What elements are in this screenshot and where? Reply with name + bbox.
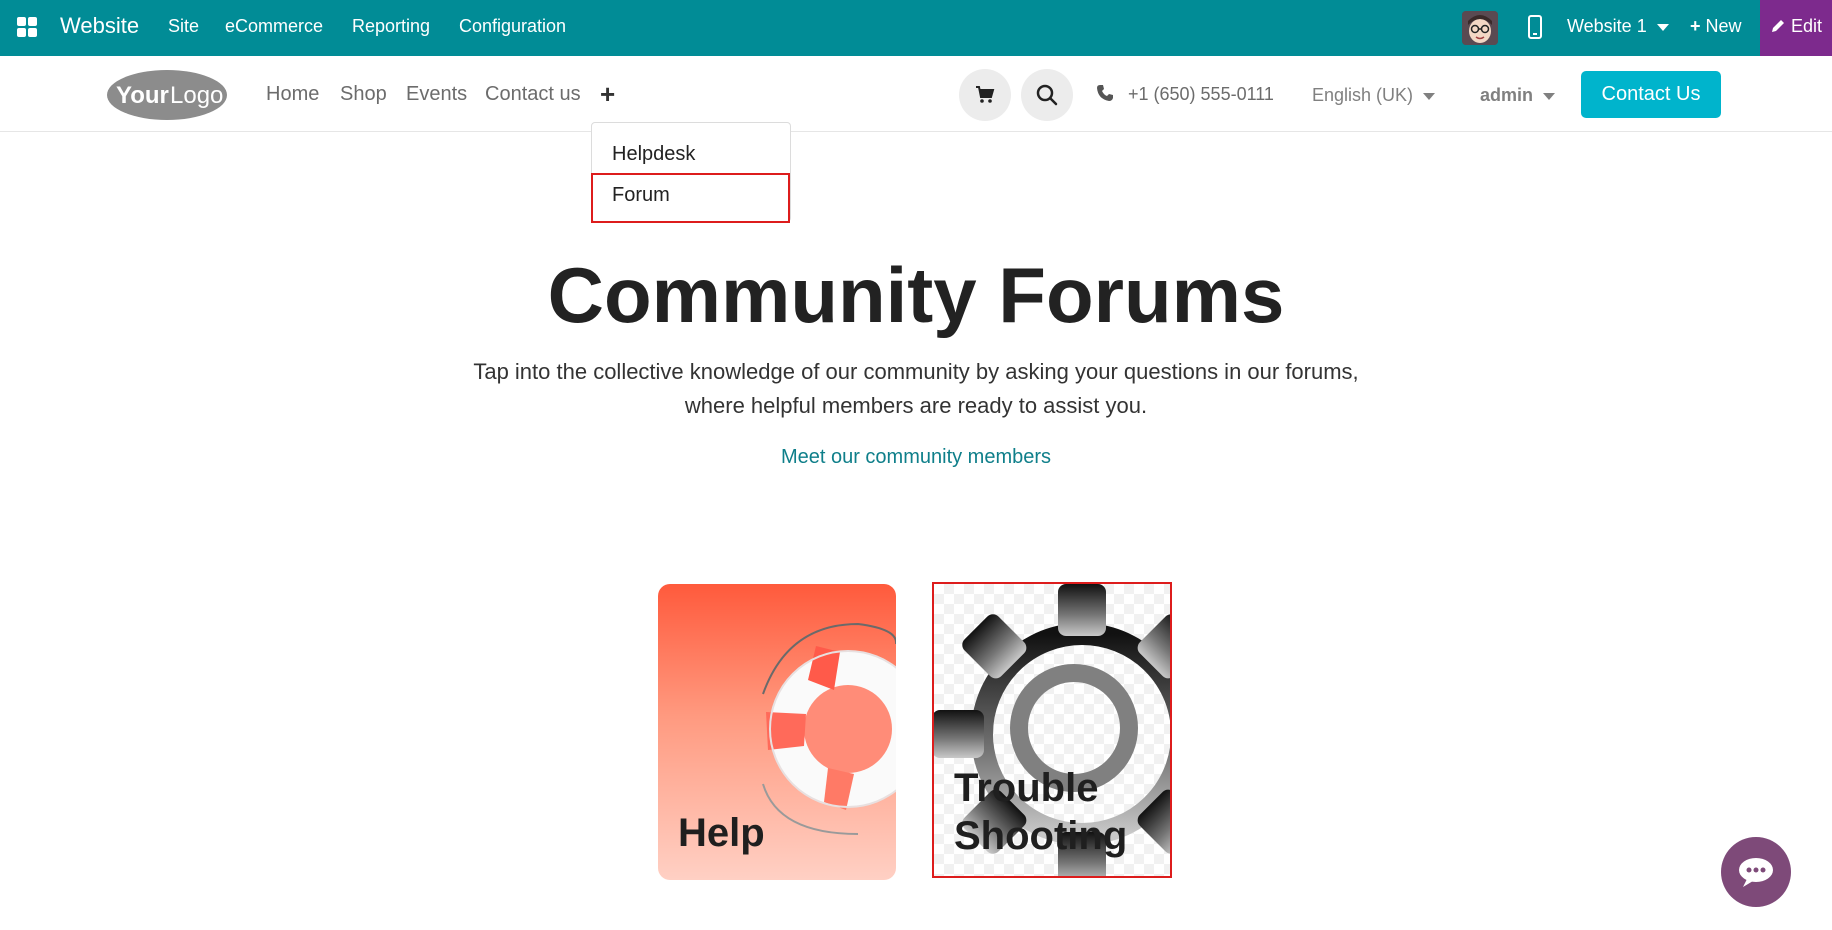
forum-highlight-box xyxy=(591,173,790,223)
language-selector[interactable]: English (UK) xyxy=(1312,85,1436,106)
user-menu-label: admin xyxy=(1480,85,1534,105)
edit-button-label: Edit xyxy=(1791,16,1823,36)
svg-text:Your: Your xyxy=(116,82,169,109)
nav-events[interactable]: Events xyxy=(406,83,467,106)
forum-card-trouble-shooting[interactable]: Trouble Shooting xyxy=(932,582,1172,878)
website-selector[interactable]: Website 1 xyxy=(1567,16,1669,37)
page-description: Tap into the collective knowledge of our… xyxy=(416,355,1416,423)
chevron-down-icon xyxy=(1543,92,1556,100)
pencil-icon xyxy=(1772,20,1784,32)
avatar-face-icon xyxy=(1462,11,1498,45)
forum-card-help[interactable]: Help xyxy=(658,584,896,880)
card-title-help: Help xyxy=(678,811,765,855)
add-menu-plus-button[interactable]: + xyxy=(600,79,615,110)
nav-home[interactable]: Home xyxy=(266,83,319,106)
card-title-line-1: Trouble xyxy=(954,766,1099,810)
description-line-2: where helpful members are ready to assis… xyxy=(684,393,1148,418)
page-title: Community Forums xyxy=(547,251,1285,339)
chat-icon xyxy=(1739,858,1773,887)
community-members-link[interactable]: Meet our community members xyxy=(0,446,1832,469)
card-title-line-2: Shooting xyxy=(954,814,1128,858)
contact-us-button[interactable]: Contact Us xyxy=(1581,71,1721,118)
livechat-button[interactable] xyxy=(1721,837,1791,907)
menu-site[interactable]: Site xyxy=(168,16,199,37)
app-title[interactable]: Website xyxy=(60,13,139,39)
edit-button[interactable]: Edit xyxy=(1760,0,1832,56)
cart-button[interactable] xyxy=(959,69,1011,121)
new-button-label: New xyxy=(1705,16,1742,36)
new-button[interactable]: + New xyxy=(1690,16,1742,37)
mobile-preview-icon[interactable] xyxy=(1528,15,1542,39)
search-icon xyxy=(1036,84,1058,106)
site-navbar: Your Logo Home Shop Events Contact us + … xyxy=(0,56,1832,132)
cart-icon xyxy=(976,86,995,103)
phone-number[interactable]: +1 (650) 555-0111 xyxy=(1128,84,1274,105)
search-button[interactable] xyxy=(1021,69,1073,121)
website-selector-label: Website 1 xyxy=(1567,16,1647,36)
phone-icon xyxy=(1097,85,1113,101)
plus-icon: + xyxy=(1690,16,1701,36)
nav-shop[interactable]: Shop xyxy=(340,83,387,106)
menu-ecommerce[interactable]: eCommerce xyxy=(225,16,323,37)
nav-contact-us[interactable]: Contact us xyxy=(485,83,581,106)
apps-grid-icon[interactable] xyxy=(16,16,38,38)
admin-topbar: Website Site eCommerce Reporting Configu… xyxy=(0,0,1832,56)
card-title-trouble-shooting: Trouble Shooting xyxy=(954,764,1127,860)
logo[interactable]: Your Logo xyxy=(106,68,228,122)
chevron-down-icon xyxy=(1656,23,1669,31)
menu-configuration[interactable]: Configuration xyxy=(459,16,566,37)
user-menu[interactable]: admin xyxy=(1480,85,1556,106)
svg-text:Logo: Logo xyxy=(170,82,223,109)
menu-reporting[interactable]: Reporting xyxy=(352,16,430,37)
chevron-down-icon xyxy=(1423,92,1436,100)
user-avatar[interactable] xyxy=(1462,11,1498,45)
dropdown-item-helpdesk[interactable]: Helpdesk xyxy=(612,143,695,166)
description-line-1: Tap into the collective knowledge of our… xyxy=(473,359,1359,384)
language-label: English (UK) xyxy=(1312,85,1414,105)
